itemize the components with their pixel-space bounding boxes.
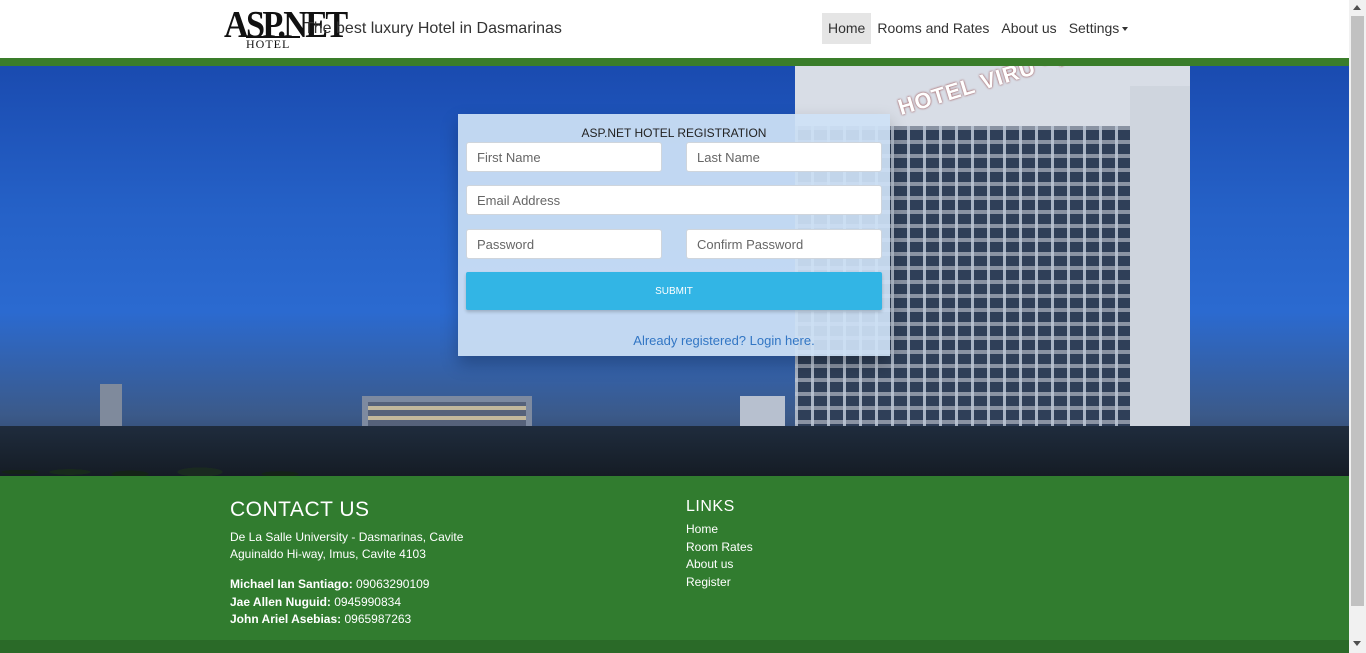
first-name-input[interactable] [466, 142, 662, 172]
contact-people: Michael Ian Santiago: 09063290109 Jae Al… [230, 576, 429, 629]
nav-settings-label: Settings [1068, 20, 1120, 36]
contact-person: John Ariel Asebias: 0965987263 [230, 611, 429, 629]
contact-person: Jae Allen Nuguid: 0945990834 [230, 594, 429, 612]
form-title: ASP.NET HOTEL REGISTRATION [581, 126, 767, 140]
address-line-1: De La Salle University - Dasmarinas, Cav… [230, 530, 464, 544]
nav-settings-dropdown[interactable]: Settings [1063, 13, 1135, 44]
email-input[interactable] [466, 185, 882, 215]
header-green-strip [0, 58, 1349, 66]
nav-home[interactable]: Home [822, 13, 872, 44]
person-name: Michael Ian Santiago: [230, 577, 353, 591]
scroll-up-icon[interactable] [1353, 5, 1361, 10]
scroll-down-icon[interactable] [1353, 641, 1361, 646]
brand[interactable]: ASP.NET HOTEL The best luxury Hotel in D… [224, 5, 562, 51]
footer: CONTACT US De La Salle University - Dasm… [0, 476, 1349, 640]
footer-bottom-bar [0, 640, 1349, 653]
page-scrollbar[interactable] [1349, 0, 1366, 653]
trees [0, 432, 360, 476]
links-title: LINKS [686, 498, 735, 515]
person-phone: 09063290109 [356, 577, 430, 591]
brand-tagline: The best luxury Hotel in Dasmarinas [304, 20, 562, 37]
footer-link-room-rates[interactable]: Room Rates [686, 540, 753, 554]
person-phone: 0965987263 [344, 612, 412, 626]
footer-link-home[interactable]: Home [686, 522, 718, 536]
footer-link-register[interactable]: Register [686, 575, 731, 589]
registration-form: ASP.NET HOTEL REGISTRATION SUBMIT Alread… [458, 114, 890, 356]
contact-title: CONTACT US [230, 498, 370, 521]
submit-button[interactable]: SUBMIT [466, 272, 882, 310]
address-line-2: Aguinaldo Hi-way, Imus, Cavite 4103 [230, 547, 426, 561]
main-nav: Home Rooms and Rates About us Settings [822, 13, 1134, 44]
confirm-password-input[interactable] [686, 229, 882, 259]
password-input[interactable] [466, 229, 662, 259]
contact-address: De La Salle University - Dasmarinas, Cav… [230, 529, 463, 563]
hotel-logo[interactable]: ASP.NET HOTEL [224, 5, 348, 51]
footer-links: Home Room Rates About us Register [686, 521, 753, 591]
person-name: Jae Allen Nuguid: [230, 594, 331, 609]
caret-down-icon [1122, 27, 1129, 32]
hotel-tower-side [1130, 86, 1190, 476]
footer-link-about-us[interactable]: About us [686, 557, 733, 571]
logo-small-text: HOTEL [246, 37, 291, 51]
navbar: ASP.NET HOTEL The best luxury Hotel in D… [0, 0, 1349, 58]
login-link-row: Already registered? Login here. [458, 332, 890, 350]
nav-about-us[interactable]: About us [995, 13, 1062, 44]
person-phone: 0945990834 [334, 594, 401, 609]
person-name: John Ariel Asebias: [230, 612, 342, 626]
last-name-input[interactable] [686, 142, 882, 172]
scrollbar-thumb[interactable] [1351, 16, 1364, 606]
login-link[interactable]: Already registered? Login here. [633, 333, 814, 348]
nav-rooms-and-rates[interactable]: Rooms and Rates [871, 13, 995, 44]
contact-person: Michael Ian Santiago: 09063290109 [230, 576, 429, 594]
